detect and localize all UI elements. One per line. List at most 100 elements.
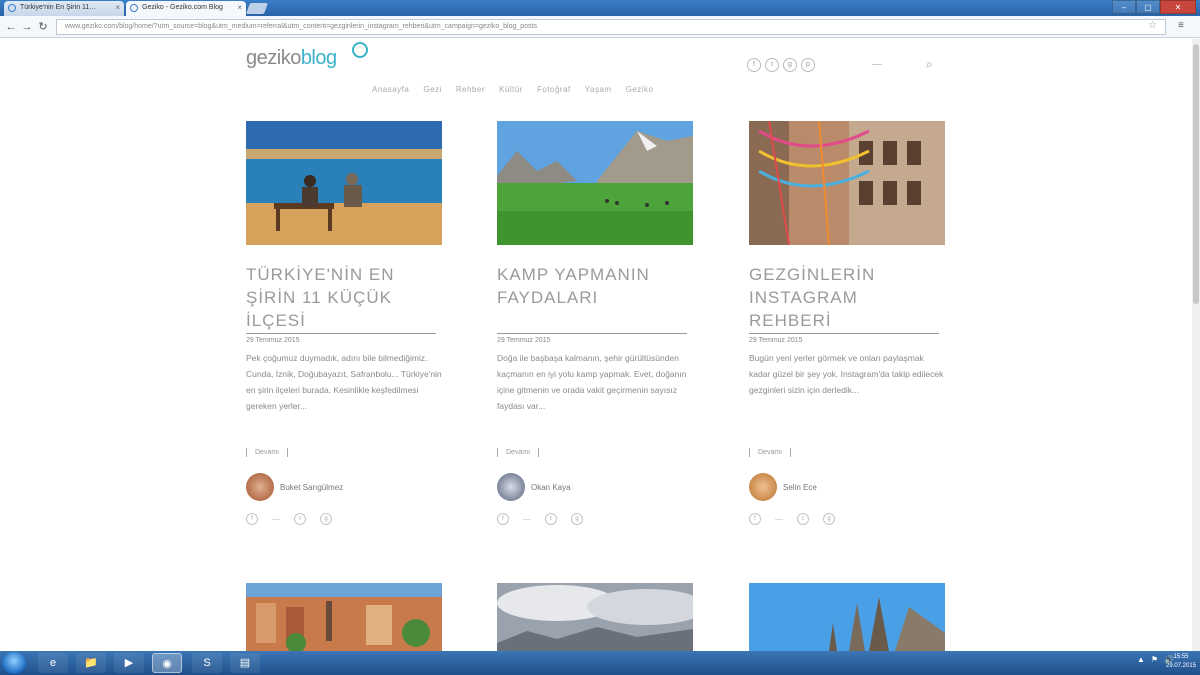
- divider: [523, 518, 531, 520]
- avatar[interactable]: [749, 473, 777, 501]
- clock-date: 29.07.2015: [1166, 663, 1197, 669]
- tab-label: Türkiye'nin En Şirin 11…: [20, 4, 97, 11]
- bookmark-star-icon[interactable]: ☆: [1148, 20, 1157, 31]
- divider: [749, 333, 939, 334]
- card-title[interactable]: GEZGİNLERİN INSTAGRAM REHBERİ: [749, 263, 945, 333]
- card-date: 29 Temmuz 2015: [497, 337, 551, 344]
- menu-icon[interactable]: ≡: [1178, 20, 1184, 31]
- header-social-links: f t g p: [747, 58, 815, 72]
- blog-card: TÜRKİYE'NİN EN ŞİRİN 11 KÜÇÜK İLÇESİ 29 …: [246, 121, 442, 525]
- card-title[interactable]: TÜRKİYE'NİN EN ŞİRİN 11 KÜÇÜK İLÇESİ: [246, 263, 442, 333]
- close-tab-icon[interactable]: ×: [115, 3, 120, 12]
- card-date: 29 Temmuz 2015: [749, 337, 803, 344]
- maximize-button[interactable]: ▢: [1136, 0, 1160, 14]
- twitter-icon[interactable]: t: [765, 58, 779, 72]
- card-date: 29 Temmuz 2015: [246, 337, 300, 344]
- card-author: Buket Sarıgülmez: [246, 473, 442, 501]
- clock-time: 15:55: [1173, 654, 1189, 660]
- show-hidden-icons-icon[interactable]: ▲: [1137, 655, 1145, 664]
- author-name[interactable]: Buket Sarıgülmez: [280, 483, 343, 492]
- new-tab-button[interactable]: [245, 3, 269, 14]
- cloudy-mountain-photo[interactable]: [497, 583, 693, 651]
- divider: [497, 333, 687, 334]
- start-button[interactable]: [2, 652, 26, 674]
- logo-ring-icon: [352, 42, 368, 58]
- read-more-button[interactable]: Devamı: [749, 448, 792, 457]
- read-more-button[interactable]: Devamı: [497, 448, 540, 457]
- facebook-share-icon[interactable]: f: [497, 513, 509, 525]
- twitter-share-icon[interactable]: t: [294, 513, 306, 525]
- comment-icon[interactable]: g: [320, 513, 332, 525]
- comment-icon[interactable]: g: [571, 513, 583, 525]
- google-plus-icon[interactable]: g: [783, 58, 797, 72]
- address-bar: ← → ↻ www.geziko.com/blog/home/?utm_sour…: [0, 16, 1200, 38]
- city-photo[interactable]: [246, 583, 442, 651]
- facebook-share-icon[interactable]: f: [749, 513, 761, 525]
- chrome-icon[interactable]: ◉: [152, 653, 182, 673]
- share-links: f t g: [749, 513, 945, 525]
- search-icon[interactable]: ⌕: [926, 57, 933, 72]
- folder-icon[interactable]: 📁: [76, 653, 106, 673]
- read-more-button[interactable]: Devamı: [246, 448, 289, 457]
- divider: [272, 518, 280, 520]
- twitter-share-icon[interactable]: t: [797, 513, 809, 525]
- close-window-button[interactable]: ✕: [1160, 0, 1196, 14]
- pinterest-icon[interactable]: p: [801, 58, 815, 72]
- scrollbar-thumb[interactable]: [1193, 44, 1199, 304]
- lake-photo[interactable]: [246, 121, 442, 245]
- back-icon[interactable]: ←: [4, 20, 18, 34]
- blog-card: GEZGİNLERİN INSTAGRAM REHBERİ 29 Temmuz …: [749, 121, 945, 525]
- browser-titlebar: Türkiye'nin En Şirin 11… × Geziko - Gezi…: [0, 0, 1200, 16]
- comment-icon[interactable]: g: [823, 513, 835, 525]
- card-author: Okan Kaya: [497, 473, 693, 501]
- page-icon: [130, 4, 138, 12]
- avatar[interactable]: [246, 473, 274, 501]
- avatar[interactable]: [497, 473, 525, 501]
- reload-icon[interactable]: ↻: [36, 20, 50, 34]
- divider: [246, 333, 436, 334]
- page-icon: [8, 4, 16, 12]
- window-controls: – ▢ ✕: [1112, 0, 1196, 14]
- author-name[interactable]: Okan Kaya: [531, 483, 571, 492]
- url-input[interactable]: www.geziko.com/blog/home/?utm_source=blo…: [56, 19, 1166, 35]
- facebook-share-icon[interactable]: f: [246, 513, 258, 525]
- street-photo[interactable]: [749, 121, 945, 245]
- media-player-icon[interactable]: ▶: [114, 653, 144, 673]
- facebook-icon[interactable]: f: [747, 58, 761, 72]
- minimize-button[interactable]: –: [1112, 0, 1136, 14]
- card-excerpt: Doğa ile başbaşa kalmanın, şehir gürültü…: [497, 353, 687, 411]
- card-title[interactable]: KAMP YAPMANIN FAYDALARI: [497, 263, 693, 333]
- browser-tab-1[interactable]: Türkiye'nin En Şirin 11… ×: [4, 1, 124, 16]
- cathedral-photo[interactable]: [749, 583, 945, 651]
- skype-icon[interactable]: S: [192, 653, 222, 673]
- forward-icon[interactable]: →: [20, 20, 34, 34]
- close-tab-icon[interactable]: ×: [237, 3, 242, 12]
- web-page: gezikoblog f t g p ⌕ Anasayfa Gezi Rehbe…: [0, 39, 1200, 651]
- card-author: Selin Ece: [749, 473, 945, 501]
- clock[interactable]: 15:55 29.07.2015: [1166, 653, 1196, 671]
- internet-explorer-icon[interactable]: e: [38, 653, 68, 673]
- author-name[interactable]: Selin Ece: [783, 483, 817, 492]
- divider: [775, 518, 783, 520]
- flag-icon[interactable]: ⚑: [1151, 655, 1158, 664]
- mountain-meadow-photo[interactable]: [497, 121, 693, 245]
- share-links: f t g: [497, 513, 693, 525]
- window-app-icon[interactable]: ▤: [230, 653, 260, 673]
- nav-item[interactable]: Fotoğraf: [537, 85, 571, 94]
- browser-tab-2[interactable]: Geziko - Geziko.com Blog ×: [126, 1, 246, 16]
- nav-item[interactable]: Anasayfa: [372, 85, 409, 94]
- main-nav: Anasayfa Gezi Rehber Kültür Fotoğraf Yaş…: [372, 85, 653, 94]
- card-excerpt: Bugün yeni yerler görmek ve onları payla…: [749, 353, 944, 395]
- twitter-share-icon[interactable]: t: [545, 513, 557, 525]
- divider: [872, 64, 882, 65]
- nav-item[interactable]: Gezi: [423, 85, 441, 94]
- site-logo[interactable]: gezikoblog: [246, 47, 337, 70]
- taskbar: e 📁 ▶ ◉ S ▤ ▲ ⚑ 🔊 15:55 29.07.2015: [0, 651, 1200, 675]
- card-excerpt: Pek çoğumuz duymadık, adını bile bilmedi…: [246, 353, 442, 411]
- share-links: f t g: [246, 513, 442, 525]
- nav-item[interactable]: Rehber: [456, 85, 485, 94]
- nav-item[interactable]: Yaşam: [585, 85, 612, 94]
- blog-card: KAMP YAPMANIN FAYDALARI 29 Temmuz 2015 D…: [497, 121, 693, 525]
- nav-item[interactable]: Geziko: [626, 85, 654, 94]
- nav-item[interactable]: Kültür: [499, 85, 523, 94]
